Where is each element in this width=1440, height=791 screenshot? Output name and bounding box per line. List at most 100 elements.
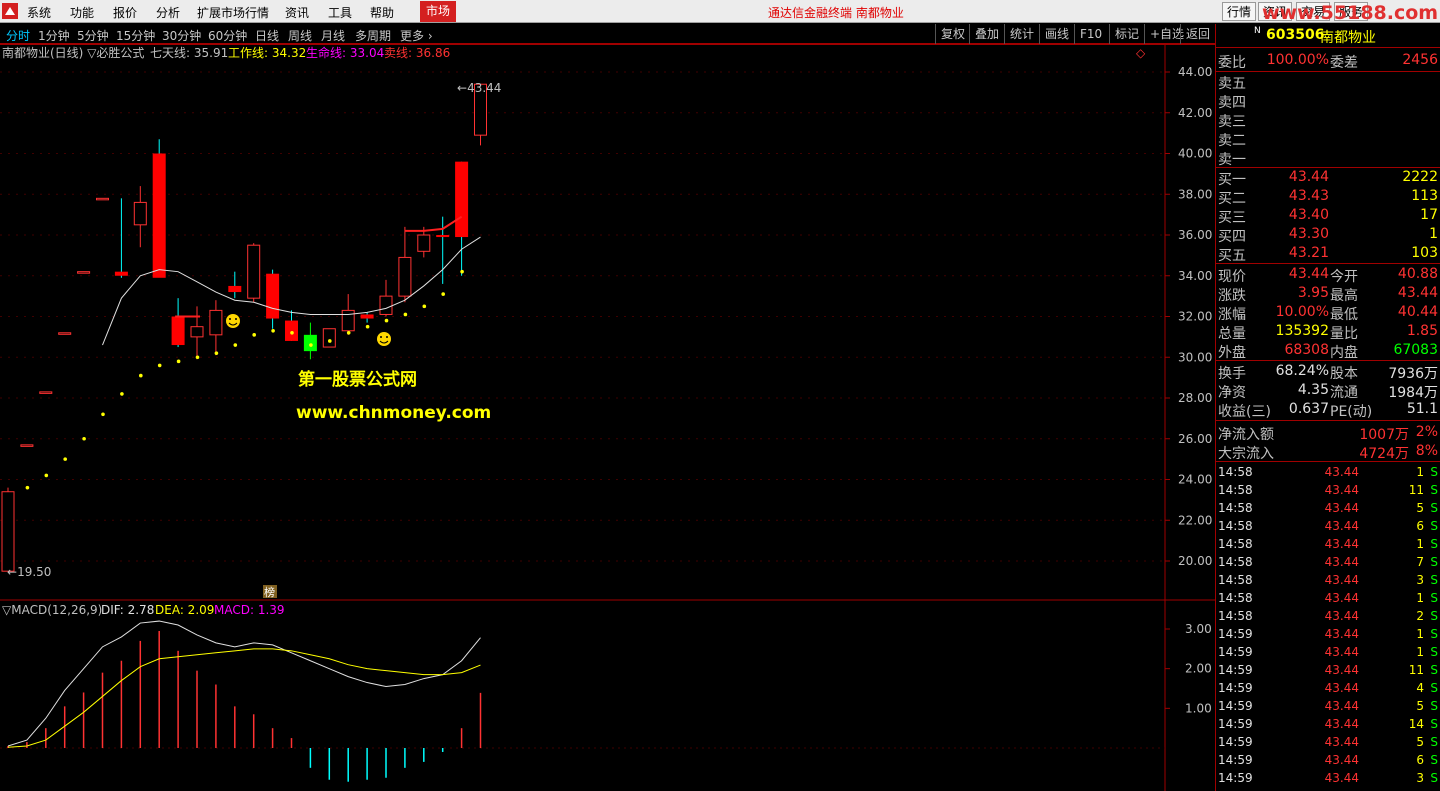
- support-dot: [441, 292, 446, 296]
- period-30min[interactable]: 30分钟: [162, 27, 201, 44]
- menu-function[interactable]: 功能: [70, 4, 94, 21]
- tool-mark[interactable]: 标记: [1109, 24, 1144, 44]
- macd-value-label: MACD: 1.39: [214, 603, 285, 617]
- ask-level-label: 卖四: [1218, 95, 1246, 111]
- flow-row: 大宗流入 4724万 8%: [1216, 443, 1440, 462]
- tool-back[interactable]: 返回: [1180, 24, 1215, 44]
- support-dot: [157, 363, 162, 368]
- bid-price: 43.30: [1288, 226, 1329, 242]
- app-title: 通达信金融终端 南都物业: [768, 6, 904, 20]
- tick-price: 43.44: [1324, 735, 1359, 749]
- formula-site-url: www.chnmoney.com: [296, 403, 491, 423]
- support-dot: [101, 412, 105, 417]
- rank-badge-label: 榜: [264, 585, 275, 599]
- period-more[interactable]: 更多 ›: [400, 27, 433, 44]
- stat-label: 最低: [1330, 307, 1358, 323]
- macd-axis: 3.00 2.00 1.00: [0, 622, 1212, 749]
- tick-price: 43.44: [1324, 555, 1359, 569]
- price-tick-label: 32.00: [1178, 310, 1212, 324]
- tick-side: S: [1430, 627, 1438, 641]
- candle: [77, 271, 91, 274]
- tick-volume: 3: [1416, 771, 1424, 785]
- menu-help[interactable]: 帮助: [370, 4, 394, 21]
- candle: [39, 391, 53, 394]
- tick-side: S: [1430, 735, 1438, 749]
- tick-time: 14:58: [1218, 555, 1253, 569]
- tick-price: 43.44: [1324, 771, 1359, 785]
- tool-overlay[interactable]: 叠加: [969, 24, 1004, 44]
- market-tab[interactable]: 市场: [420, 1, 456, 22]
- tick-price: 43.44: [1324, 609, 1359, 623]
- menu-extended-market[interactable]: 扩展市场行情: [197, 4, 269, 21]
- tick-side: S: [1430, 537, 1438, 551]
- bid-row: 买四 43.30 1: [1216, 226, 1440, 245]
- support-dot: [403, 312, 408, 317]
- tick-row: 14:59 43.44 5 S: [1216, 698, 1440, 716]
- stock-code: 603506: [1266, 27, 1325, 43]
- tool-stats[interactable]: 统计: [1004, 24, 1039, 44]
- divider: [1216, 420, 1440, 421]
- period-15min[interactable]: 15分钟: [116, 27, 155, 44]
- candle: [20, 444, 34, 447]
- stat-row: 换手 68.24% 股本 7936万: [1216, 363, 1440, 382]
- support-dot: [139, 373, 143, 378]
- tick-row: 14:58 43.44 1 S: [1216, 590, 1440, 608]
- period-5min[interactable]: 5分钟: [77, 27, 109, 44]
- quote-button[interactable]: 行情: [1222, 2, 1257, 21]
- tick-time: 14:58: [1218, 501, 1253, 515]
- tick-price: 43.44: [1324, 717, 1359, 731]
- tick-side: S: [1430, 645, 1438, 659]
- tick-row: 14:58 43.44 1 S: [1216, 536, 1440, 554]
- flow-percent: 2%: [1415, 424, 1438, 440]
- candle: [96, 197, 109, 201]
- seven-day-line-label: 七天线: 35.91: [150, 46, 228, 60]
- candle: [1, 487, 15, 572]
- divider: [1216, 167, 1440, 168]
- bid-volume: 2222: [1402, 169, 1438, 185]
- tick-time: 14:59: [1218, 735, 1253, 749]
- menu-tools[interactable]: 工具: [328, 4, 352, 21]
- stat-value: 43.44: [1397, 285, 1438, 301]
- period-daily[interactable]: 日线: [255, 27, 279, 44]
- stat-label: 总量: [1218, 326, 1246, 342]
- support-dot: [82, 436, 86, 441]
- stat-row: 总量 135392 量比 1.85: [1216, 323, 1440, 342]
- tick-row: 14:59 43.44 11 S: [1216, 662, 1440, 680]
- price-tick-label: 24.00: [1178, 473, 1212, 487]
- tick-row: 14:59 43.44 1 S: [1216, 626, 1440, 644]
- stat-label: 收益(三): [1218, 404, 1271, 420]
- menu-analysis[interactable]: 分析: [156, 4, 180, 21]
- bid-price: 43.44: [1288, 169, 1329, 185]
- tick-row: 14:59 43.44 6 S: [1216, 752, 1440, 770]
- price-tick-label: 38.00: [1178, 187, 1212, 201]
- tick-row: 14:58 43.44 3 S: [1216, 572, 1440, 590]
- tick-price: 43.44: [1324, 645, 1359, 659]
- menu-news[interactable]: 资讯: [285, 4, 309, 21]
- price-tick-label: 36.00: [1178, 228, 1212, 242]
- menu-system[interactable]: 系统: [27, 4, 51, 21]
- tick-side: S: [1430, 717, 1438, 731]
- smiley-icon: [377, 332, 391, 346]
- work-line-label: 工作线: 34.32: [228, 46, 306, 60]
- period-1min[interactable]: 1分钟: [38, 27, 70, 44]
- stat-value: 68.24%: [1275, 363, 1329, 379]
- period-60min[interactable]: 60分钟: [208, 27, 247, 44]
- tool-draw[interactable]: 画线: [1039, 24, 1074, 44]
- stat-row: 涨跌 3.95 最高 43.44: [1216, 285, 1440, 304]
- tool-f10[interactable]: F10: [1074, 24, 1107, 44]
- period-tick[interactable]: 分时: [6, 27, 30, 44]
- stat-value: 4.35: [1297, 382, 1329, 398]
- stat-row: 现价 43.44 今开 40.88: [1216, 266, 1440, 285]
- tick-side: S: [1430, 501, 1438, 515]
- period-monthly[interactable]: 月线: [321, 27, 345, 44]
- tick-row: 14:59 43.44 4 S: [1216, 680, 1440, 698]
- candle: [360, 312, 374, 323]
- period-multi[interactable]: 多周期: [355, 27, 391, 44]
- menu-quote[interactable]: 报价: [113, 4, 137, 21]
- tool-adjust[interactable]: 复权: [935, 24, 970, 44]
- kline-chart[interactable]: 南都物业(日线) ▽必胜公式 七天线: 35.91 工作线: 34.32 生命线…: [0, 44, 1215, 791]
- candlesticks: [1, 83, 487, 572]
- support-dot: [214, 351, 219, 355]
- period-weekly[interactable]: 周线: [288, 27, 312, 44]
- support-dot: [195, 355, 200, 360]
